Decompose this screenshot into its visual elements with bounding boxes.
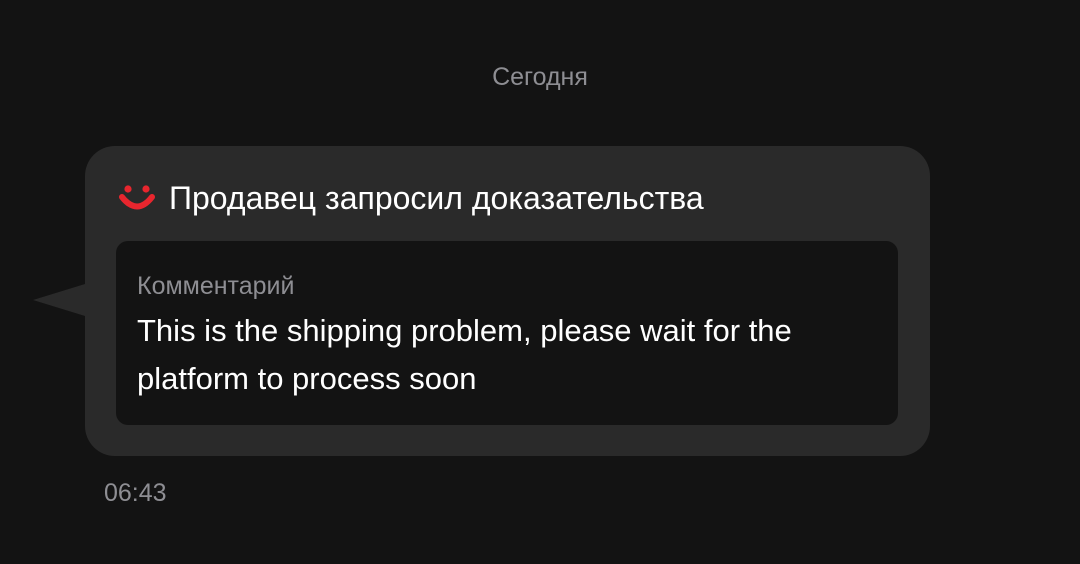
bubble-tail xyxy=(33,284,85,316)
message-timestamp: 06:43 xyxy=(104,479,167,507)
message-header: Продавец запросил доказательства xyxy=(117,176,704,220)
message-title: Продавец запросил доказательства xyxy=(169,180,704,216)
comment-text: This is the shipping problem, please wai… xyxy=(137,313,792,396)
message-bubble[interactable]: Продавец запросил доказательства Коммент… xyxy=(85,146,930,456)
smile-icon xyxy=(117,176,157,220)
comment-box: Комментарий This is the shipping problem… xyxy=(116,241,898,425)
date-divider: Сегодня xyxy=(492,63,588,91)
comment-label: Комментарий xyxy=(137,272,295,300)
